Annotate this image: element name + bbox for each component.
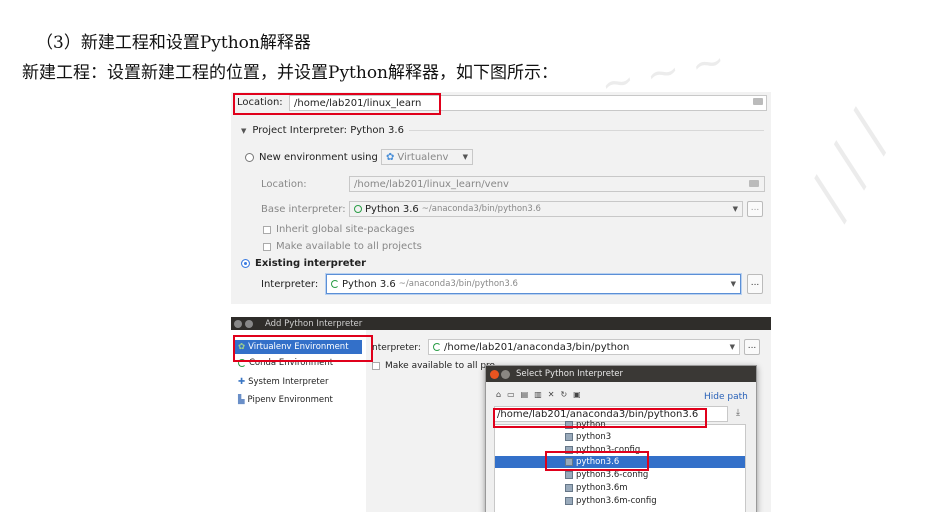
- make-available-label: Make available to all projects: [276, 241, 422, 252]
- file-icon: [565, 433, 573, 441]
- make-available-label: Make available to all pro: [385, 361, 496, 371]
- desktop-icon[interactable]: ▭: [507, 390, 515, 399]
- new-folder-icon[interactable]: ▤: [521, 390, 529, 399]
- add-interpreter-window: Add Python Interpreter ✿ Virtualenv Envi…: [231, 317, 771, 512]
- collapse-triangle-icon[interactable]: ▼: [241, 127, 246, 135]
- file-icon: [565, 497, 573, 505]
- body-text: 新建工程：设置新建工程的位置，并设置Python解释器，如下图所示：: [22, 63, 559, 83]
- highlight-python36: [545, 451, 649, 471]
- file-item[interactable]: python3.6m-config: [565, 495, 657, 507]
- make-available-checkbox[interactable]: [263, 242, 271, 251]
- file-item[interactable]: python3: [565, 431, 611, 443]
- chevron-down-icon: ▼: [462, 153, 468, 161]
- interpreter-more-button[interactable]: ...: [744, 339, 760, 355]
- python-logo-icon: ✚: [238, 377, 246, 387]
- dialog-title: Select Python Interpreter: [516, 369, 624, 379]
- interpreter-label: Interpreter:: [261, 279, 319, 290]
- highlight-path: [493, 408, 707, 428]
- refresh-icon[interactable]: ↻: [560, 390, 567, 399]
- interpreter-select[interactable]: Python 3.6 ~/anaconda3/bin/python3.6 ▼: [326, 274, 741, 294]
- folder-icon[interactable]: ▥: [534, 390, 542, 399]
- inherit-checkbox[interactable]: [263, 225, 271, 234]
- dialog-titlebar: Select Python Interpreter: [486, 366, 756, 382]
- virtualenv-icon: ✿: [386, 151, 395, 163]
- highlight-virtualenv: [233, 335, 373, 362]
- python-ring-icon: [354, 205, 362, 213]
- new-env-radio[interactable]: [245, 153, 254, 162]
- interpreter-path-select[interactable]: /home/lab201/anaconda3/bin/python ▼: [428, 339, 740, 355]
- env-tool-select[interactable]: ✿ Virtualenv ▼: [381, 149, 473, 165]
- highlight-location: [233, 93, 441, 115]
- section-title: Project Interpreter: Python 3.6: [252, 125, 404, 136]
- hide-path-link[interactable]: Hide path: [704, 392, 748, 402]
- close-icon[interactable]: [490, 369, 499, 379]
- venv-location-input[interactable]: /home/lab201/linux_learn/venv: [349, 176, 765, 192]
- chevron-down-icon: ▼: [730, 280, 736, 288]
- window-title: Add Python Interpreter: [265, 318, 363, 329]
- show-hidden-icon[interactable]: ▣: [573, 390, 581, 399]
- section-heading: （3）新建工程和设置Python解释器: [36, 33, 311, 53]
- file-item[interactable]: python3.6m: [565, 482, 628, 494]
- minimize-icon[interactable]: [501, 369, 510, 379]
- chevron-down-icon: ▼: [732, 205, 738, 213]
- download-icon[interactable]: ⤓: [736, 408, 740, 418]
- home-icon[interactable]: ⌂: [496, 390, 501, 399]
- minimize-icon[interactable]: [245, 319, 253, 328]
- base-interp-label: Base interpreter:: [261, 204, 346, 215]
- file-icon: [565, 471, 573, 479]
- base-interp-more-button[interactable]: ...: [747, 201, 763, 217]
- existing-label: Existing interpreter: [255, 258, 367, 269]
- folder-icon[interactable]: [749, 180, 759, 187]
- base-interp-select[interactable]: Python 3.6 ~/anaconda3/bin/python3.6 ▼: [349, 201, 743, 217]
- select-interpreter-dialog: Select Python Interpreter ⌂ ▭ ▤ ▥ ✕ ↻ ▣ …: [485, 365, 757, 512]
- existing-interp-radio[interactable]: [241, 259, 250, 268]
- interpreter-more-button[interactable]: ...: [747, 274, 763, 294]
- python-ring-icon: [331, 280, 339, 288]
- new-env-label: New environment using: [259, 152, 378, 163]
- venv-location-label: Location:: [261, 179, 307, 190]
- chevron-down-icon: ▼: [729, 343, 735, 351]
- sidebar-item-system[interactable]: ✚ System Interpreter: [235, 375, 328, 389]
- file-icon: [565, 484, 573, 492]
- python-ring-icon: [433, 343, 441, 351]
- inherit-label: Inherit global site-packages: [276, 224, 415, 235]
- folder-icon[interactable]: [753, 98, 763, 105]
- sidebar-item-pipenv[interactable]: ▙ Pipenv Environment: [235, 393, 333, 407]
- window-titlebar: Add Python Interpreter: [231, 317, 771, 330]
- new-project-panel: Location: /home/lab201/linux_learn ▼ Pro…: [231, 92, 771, 304]
- delete-icon[interactable]: ✕: [548, 390, 555, 399]
- watermark: / / /: [794, 104, 905, 226]
- pipenv-icon: ▙: [238, 395, 245, 405]
- close-icon[interactable]: [234, 319, 242, 328]
- interpreter-label: nterpreter:: [372, 343, 421, 353]
- make-available-checkbox[interactable]: [372, 362, 380, 370]
- divider: [409, 130, 764, 131]
